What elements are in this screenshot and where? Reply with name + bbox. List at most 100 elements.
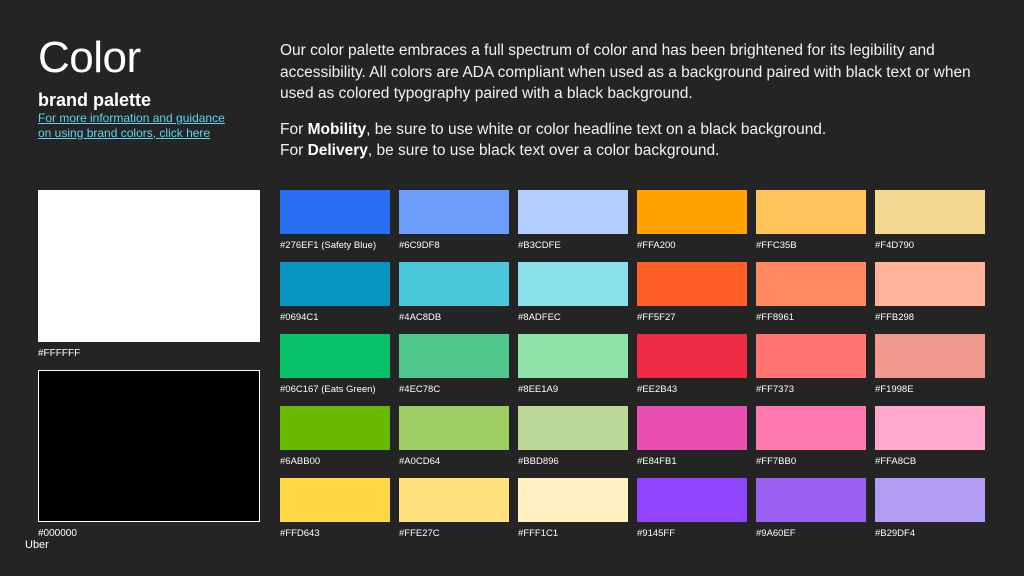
color-swatch: [399, 478, 509, 522]
link-line-2: on using brand colors, click here: [38, 125, 211, 140]
color-swatch-cell: #FFA200: [637, 190, 747, 262]
color-swatch-cell: #F1998E: [875, 334, 985, 406]
color-swatch-cell: #8ADFEC: [518, 262, 628, 334]
color-swatch-cell: #E84FB1: [637, 406, 747, 478]
delivery-prefix: For: [280, 142, 308, 159]
color-swatch-label: #276EF1 (Safety Blue): [280, 240, 377, 251]
color-swatch-label: #FF5F27: [637, 312, 676, 323]
color-swatch-label: #FF7373: [756, 384, 795, 395]
color-swatch-label: #F4D790: [875, 240, 915, 251]
color-swatch-label: #8ADFEC: [518, 312, 561, 323]
color-swatch: [875, 478, 985, 522]
color-swatch: [756, 478, 866, 522]
color-swatch-label: #6ABB00: [280, 456, 321, 467]
color-swatch-label: #FFC35B: [756, 240, 797, 251]
mobility-rest: , be sure to use white or color headline…: [366, 120, 827, 138]
color-swatch: [399, 406, 509, 450]
color-swatch-label: #EE2B43: [637, 384, 678, 395]
color-swatch: [518, 262, 628, 306]
color-swatch-cell: #B3CDFE: [518, 190, 628, 262]
color-swatch-label: #BBD896: [518, 456, 559, 467]
brand-palette-slide: Color brand palette For more information…: [0, 0, 1024, 576]
color-swatch-label: #B29DF4: [875, 528, 916, 539]
color-swatch: [875, 334, 985, 378]
color-swatch: [637, 190, 747, 234]
color-swatch-cell: #8EE1A9: [518, 334, 628, 406]
color-swatch-cell: #FFC35B: [756, 190, 866, 262]
color-swatch-cell: #FFA8CB: [875, 406, 985, 478]
color-swatch: [756, 406, 866, 450]
color-swatch-label: #06C167 (Eats Green): [280, 384, 376, 395]
color-swatch-cell: #9A60EF: [756, 478, 866, 550]
link-line-1: For more information and guidance: [38, 111, 225, 125]
color-swatch-cell: #FF8961: [756, 262, 866, 334]
mobility-prefix: For: [280, 120, 308, 138]
color-swatch-cell: #BBD896: [518, 406, 628, 478]
color-swatch: [280, 334, 390, 378]
color-swatch: [518, 190, 628, 234]
mobility-keyword: Mobility: [307, 120, 367, 138]
color-swatch-label: #FFE27C: [399, 528, 440, 539]
color-swatch-label: #6C9DF8: [399, 240, 440, 251]
black-swatch-label: #000000: [38, 528, 77, 539]
color-swatch: [875, 406, 985, 450]
color-swatch-label: #9145FF: [637, 528, 676, 539]
color-swatch-label: #FFD643: [280, 528, 320, 539]
intro-text: Our color palette embraces a full spectr…: [280, 40, 990, 162]
white-swatch-label: #FFFFFF: [38, 348, 81, 359]
color-swatch: [399, 262, 509, 306]
color-swatch: [280, 406, 390, 450]
color-swatch-cell: #EE2B43: [637, 334, 747, 406]
color-swatch: [637, 262, 747, 306]
color-swatch-cell: #FFB298: [875, 262, 985, 334]
intro-paragraph: Our color palette embraces a full spectr…: [280, 42, 971, 102]
color-swatch-cell: #276EF1 (Safety Blue): [280, 190, 390, 262]
color-swatch: [280, 190, 390, 234]
delivery-guidance: For Delivery, be sure to use black text …: [280, 140, 990, 162]
color-swatch-label: #F1998E: [875, 384, 914, 395]
color-swatch: [637, 406, 747, 450]
delivery-keyword: Delivery: [307, 142, 368, 159]
color-swatch-cell: #F4D790: [875, 190, 985, 262]
color-swatch: [280, 262, 390, 306]
color-swatch-cell: #06C167 (Eats Green): [280, 334, 390, 406]
color-swatch: [280, 478, 390, 522]
color-swatch-label: #E84FB1: [637, 456, 677, 467]
color-swatch-label: #4AC8DB: [399, 312, 442, 323]
color-swatch-cell: #FF7BB0: [756, 406, 866, 478]
color-swatch-cell: #FF7373: [756, 334, 866, 406]
page-subtitle: brand palette: [38, 90, 152, 110]
color-swatch: [756, 262, 866, 306]
color-swatch-label: #FF8961: [756, 312, 795, 323]
color-swatch-cell: #6ABB00: [280, 406, 390, 478]
color-swatch: [756, 190, 866, 234]
color-swatch-label: #0694C1: [280, 312, 319, 323]
black-swatch: [38, 370, 260, 522]
color-swatch: [637, 478, 747, 522]
delivery-rest: , be sure to use black text over a color…: [367, 142, 720, 159]
color-swatch-cell: #FFE27C: [399, 478, 509, 550]
brand-colors-guidance-link[interactable]: For more information and guidance on usi…: [38, 111, 238, 140]
mobility-guidance: For Mobility, be sure to use white or co…: [280, 119, 990, 141]
color-swatch-cell: #9145FF: [637, 478, 747, 550]
color-swatch: [875, 262, 985, 306]
color-swatch-label: #FFB298: [875, 312, 915, 323]
uber-wordmark: Uber: [25, 539, 49, 551]
color-swatch: [637, 334, 747, 378]
color-swatch-cell: #4EC78C: [399, 334, 509, 406]
color-swatch-cell: #FFF1C1: [518, 478, 628, 550]
color-swatch-label: #FFA200: [637, 240, 676, 251]
white-swatch: [38, 190, 260, 342]
color-swatch: [875, 190, 985, 234]
color-swatch-cell: #6C9DF8: [399, 190, 509, 262]
color-swatch-label: #8EE1A9: [518, 384, 559, 395]
color-swatch: [756, 334, 866, 378]
color-swatch: [518, 334, 628, 378]
color-swatch-label: #FF7BB0: [756, 456, 797, 467]
color-swatch-label: #4EC78C: [399, 384, 441, 395]
color-swatch-cell: #A0CD64: [399, 406, 509, 478]
color-swatch-label: #B3CDFE: [518, 240, 561, 251]
color-swatch: [518, 406, 628, 450]
color-swatch-label: #FFF1C1: [518, 528, 559, 539]
color-swatch: [518, 478, 628, 522]
